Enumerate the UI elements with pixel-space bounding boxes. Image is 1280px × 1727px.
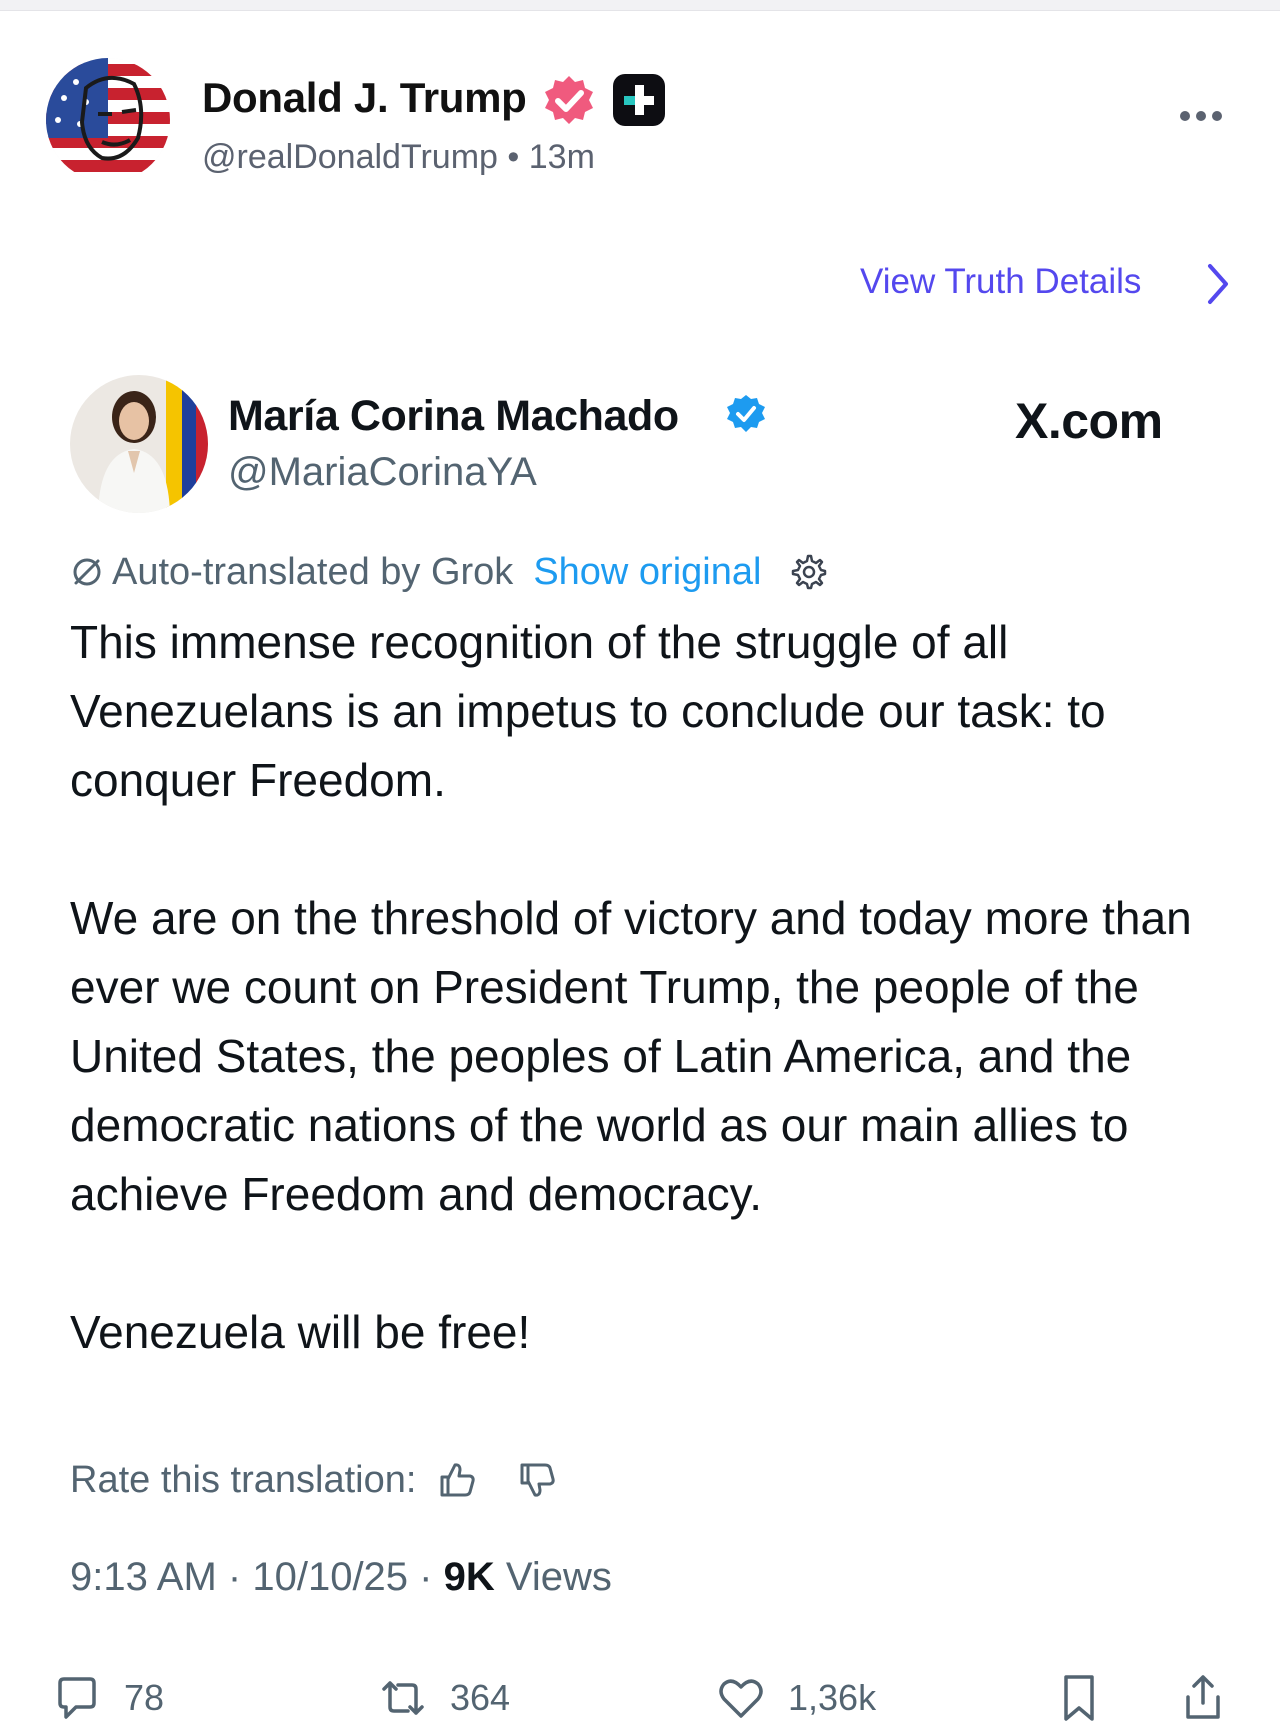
author-handle-line: @realDonaldTrump • 13m [202,138,595,177]
repost-button[interactable]: 364 [378,1670,510,1726]
post-meta: 9:13 AM · 10/10/25 · 9K Views [70,1555,612,1600]
more-icon[interactable] [1178,108,1224,124]
grok-icon [73,558,101,586]
like-button[interactable]: 1,36k [716,1670,876,1726]
thumbs-up-icon[interactable] [436,1459,478,1501]
thumbs-down-icon[interactable] [516,1459,558,1501]
heart-icon [719,1679,763,1718]
post-body: This immense recognition of the struggle… [70,608,1220,1367]
rate-translation-row: Rate this translation: [70,1455,558,1505]
meta-separator: · [419,1555,433,1599]
embedded-author-name[interactable]: María Corina Machado [228,392,679,441]
author-avatar[interactable] [46,58,170,182]
repost-count: 364 [450,1677,511,1718]
reply-button[interactable]: 78 [52,1670,164,1726]
verified-badge-icon [545,76,593,124]
translation-note: Auto-translated by Grok [112,550,514,593]
repost-icon [382,1681,424,1715]
like-count: 1,36k [788,1677,877,1718]
bookmark-button[interactable] [1054,1670,1126,1726]
reply-count: 78 [124,1677,165,1718]
gear-icon[interactable] [789,553,827,591]
top-divider [0,0,1280,11]
rate-translation-label: Rate this translation: [70,1458,417,1501]
bookmark-icon [1064,1675,1094,1721]
view-truth-details-link[interactable]: View Truth Details [860,262,1141,302]
post-paragraph: Venezuela will be free! [70,1306,531,1358]
share-button[interactable] [1178,1670,1250,1726]
share-icon [1186,1675,1220,1719]
translation-bar: Auto-translated by Grok Show original [70,550,827,594]
embedded-author-handle[interactable]: @MariaCorinaYA [228,450,537,495]
verified-badge-icon [727,395,765,432]
post-date[interactable]: 10/10/25 [252,1555,408,1599]
embedded-author-avatar[interactable] [70,375,208,513]
author-name[interactable]: Donald J. Trump [202,74,527,122]
plus-badge-icon [613,74,665,126]
x-brand-label: X.com [1015,393,1163,449]
reply-icon [58,1677,96,1719]
post-time[interactable]: 9:13 AM [70,1555,217,1599]
views-count: 9K [443,1555,495,1599]
meta-separator: · [227,1555,242,1599]
show-original-link[interactable]: Show original [533,551,761,594]
views-label: Views [505,1555,612,1599]
chevron-right-icon[interactable] [1204,260,1232,308]
post-time-ago: 13m [528,138,595,176]
handle-separator: • [507,138,520,176]
post-paragraph: This immense recognition of the struggle… [70,616,1106,806]
post-paragraph: We are on the threshold of victory and t… [70,892,1192,1220]
author-handle[interactable]: @realDonaldTrump [202,138,498,176]
